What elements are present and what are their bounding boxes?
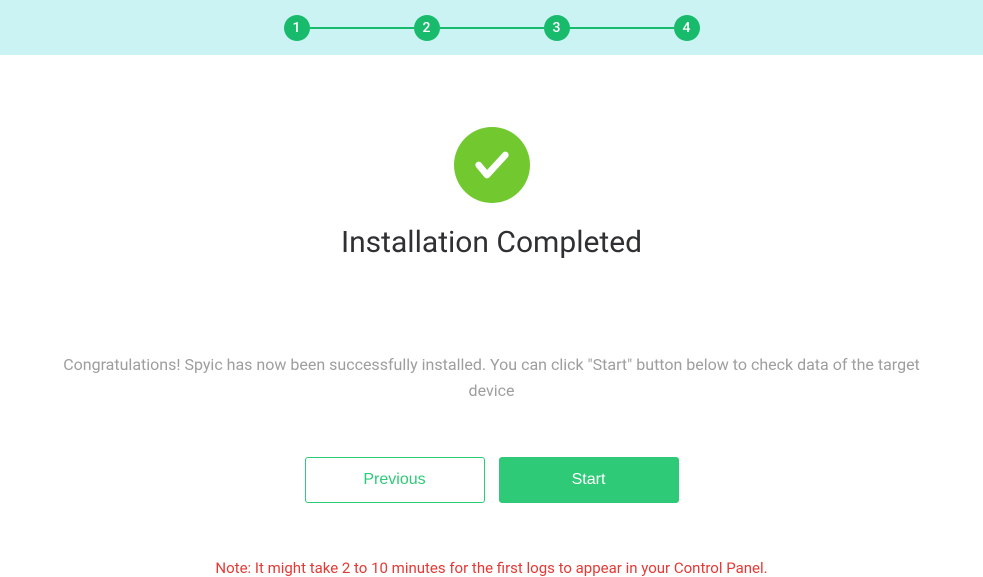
- step-connector: [440, 27, 544, 29]
- step-1[interactable]: 1: [284, 15, 310, 41]
- step-2[interactable]: 2: [414, 15, 440, 41]
- stepper-bar: 1 2 3 4: [0, 0, 983, 55]
- main-content: Installation Completed Congratulations! …: [0, 55, 983, 577]
- previous-button[interactable]: Previous: [305, 457, 485, 503]
- note-text: Note: It might take 2 to 10 minutes for …: [0, 559, 983, 577]
- step-4[interactable]: 4: [674, 15, 700, 41]
- success-check-icon: [454, 127, 530, 203]
- description-text: Congratulations! Spyic has now been succ…: [0, 352, 983, 403]
- step-connector: [310, 27, 414, 29]
- stepper: 1 2 3 4: [284, 15, 700, 41]
- button-row: Previous Start: [0, 457, 983, 503]
- start-button[interactable]: Start: [499, 457, 679, 503]
- step-connector: [570, 27, 674, 29]
- page-title: Installation Completed: [0, 225, 983, 260]
- step-3[interactable]: 3: [544, 15, 570, 41]
